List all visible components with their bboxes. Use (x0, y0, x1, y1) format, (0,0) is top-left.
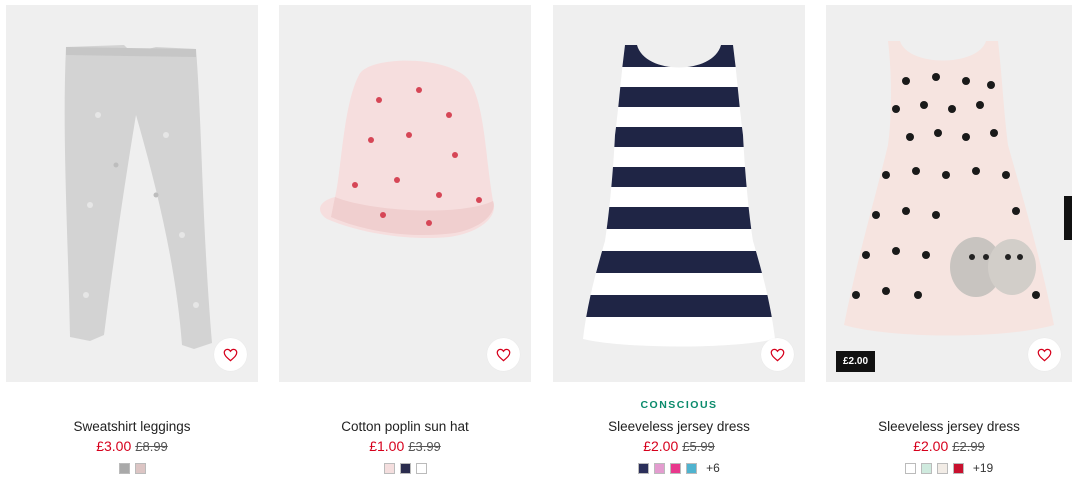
color-swatches (279, 462, 531, 474)
original-price: £2.99 (952, 439, 985, 454)
color-swatch[interactable] (670, 462, 682, 474)
sale-price: £2.00 (913, 438, 949, 454)
color-swatch[interactable] (654, 462, 666, 474)
color-swatch[interactable] (936, 462, 948, 474)
more-colors-count[interactable]: +19 (973, 461, 993, 475)
product-title[interactable]: Cotton poplin sun hat (279, 419, 531, 435)
color-swatch[interactable] (904, 462, 916, 474)
price-row: £2.00 £5.99 (553, 438, 805, 455)
price-badge: £2.00 (836, 351, 876, 372)
polka-dress-image (826, 5, 1072, 382)
color-swatch[interactable] (686, 462, 698, 474)
color-swatch[interactable] (952, 462, 964, 474)
heart-outline-icon (223, 348, 238, 361)
product-grid: Sweatshirt leggings £3.00 £8.99 Cotton p… (0, 0, 1072, 498)
price-row: £3.00 £8.99 (6, 438, 258, 455)
original-price: £3.99 (408, 439, 441, 454)
conscious-tag: CONSCIOUS (640, 399, 718, 411)
product-tag (279, 399, 531, 411)
heart-outline-icon (496, 348, 511, 361)
product-card[interactable]: CONSCIOUS Sleeveless jersey dress £2.00 £… (553, 5, 805, 475)
product-tag (826, 399, 1072, 411)
color-swatch[interactable] (134, 462, 146, 474)
product-image[interactable]: £2.00 (826, 5, 1072, 382)
product-card[interactable]: £2.00 Sleeveless jersey dress £2.00 £2.99… (826, 5, 1072, 475)
product-image[interactable] (279, 5, 531, 382)
product-title[interactable]: Sweatshirt leggings (6, 419, 258, 435)
price-row: £2.00 £2.99 (826, 438, 1072, 455)
color-swatch[interactable] (383, 462, 395, 474)
color-swatch[interactable] (638, 462, 650, 474)
original-price: £5.99 (682, 439, 715, 454)
sale-price: £1.00 (369, 438, 405, 454)
heart-outline-icon (770, 348, 785, 361)
side-panel-tab[interactable] (1064, 196, 1072, 240)
product-tag (6, 399, 258, 411)
favourite-button[interactable] (1028, 338, 1061, 371)
sale-price: £3.00 (96, 438, 132, 454)
favourite-button[interactable] (214, 338, 247, 371)
sun-hat-image (279, 5, 531, 382)
product-card[interactable]: Sweatshirt leggings £3.00 £8.99 (6, 5, 258, 474)
favourite-button[interactable] (487, 338, 520, 371)
product-card[interactable]: Cotton poplin sun hat £1.00 £3.99 (279, 5, 531, 474)
price-row: £1.00 £3.99 (279, 438, 531, 455)
color-swatches (6, 462, 258, 474)
product-image[interactable] (553, 5, 805, 382)
color-swatches: +19 (826, 461, 1072, 475)
product-title[interactable]: Sleeveless jersey dress (826, 419, 1072, 435)
striped-dress-image (553, 5, 805, 382)
sale-price: £2.00 (643, 438, 679, 454)
original-price: £8.99 (135, 439, 168, 454)
leggings-image (6, 5, 258, 382)
color-swatches: +6 (553, 461, 805, 475)
more-colors-count[interactable]: +6 (706, 461, 720, 475)
heart-outline-icon (1037, 348, 1052, 361)
color-swatch[interactable] (399, 462, 411, 474)
color-swatch[interactable] (415, 462, 427, 474)
color-swatch[interactable] (118, 462, 130, 474)
product-image[interactable] (6, 5, 258, 382)
favourite-button[interactable] (761, 338, 794, 371)
product-title[interactable]: Sleeveless jersey dress (553, 419, 805, 435)
color-swatch[interactable] (920, 462, 932, 474)
